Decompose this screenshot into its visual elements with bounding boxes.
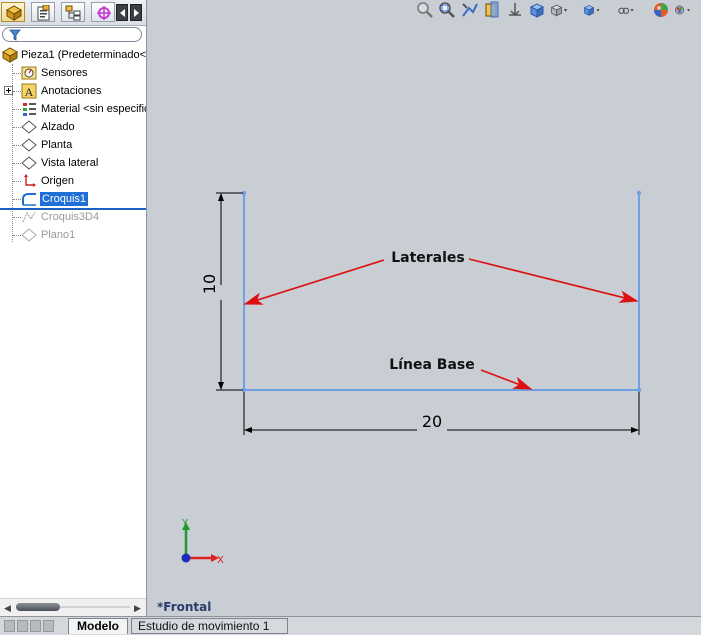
part-icon — [2, 47, 18, 63]
tab-dimxpert[interactable] — [91, 2, 115, 22]
tab-last-button[interactable] — [43, 620, 54, 632]
annotation-arrow-right — [468, 258, 639, 303]
scroll-thumb[interactable] — [16, 603, 60, 611]
origin-icon — [24, 174, 36, 187]
tree-connector — [13, 109, 21, 110]
tree-item-label: Planta — [41, 139, 73, 151]
axis-x-label: X — [217, 555, 224, 566]
graphics-area[interactable]: 10 20 Laterales Línea Base Y X *Frontal — [147, 0, 701, 616]
tab-configurationmanager[interactable] — [61, 2, 85, 22]
expand-toggle-icon[interactable] — [4, 86, 13, 95]
configurationmanager-icon — [65, 5, 81, 21]
tree-connector — [13, 145, 21, 146]
tree-item-label: Plano1 — [41, 229, 76, 241]
sketch-icon — [22, 193, 36, 206]
annotations-icon: A — [21, 83, 37, 99]
sketch-endpoint[interactable] — [636, 387, 642, 393]
plane-icon — [21, 138, 37, 152]
tree-connector — [13, 181, 21, 182]
feature-manager-panel: Pieza1 (Predeterminado< Sensores A Anota… — [0, 0, 147, 616]
arrow-left-icon — [120, 9, 125, 17]
tree-connector — [13, 199, 21, 200]
tab-motion-study[interactable]: Estudio de movimiento 1 — [131, 618, 288, 634]
axis-y-label: Y — [181, 518, 189, 529]
filter-icon — [9, 29, 21, 41]
sensor-icon — [21, 66, 37, 80]
material-icon — [23, 103, 36, 116]
tab-first-button[interactable] — [4, 620, 15, 632]
tab-model[interactable]: Modelo — [68, 618, 128, 634]
manager-tabstrip — [0, 0, 146, 26]
tree-item-croquis1[interactable]: Croquis1 — [0, 190, 146, 208]
reference-triad: Y X — [181, 518, 224, 566]
tree-item-anotaciones[interactable]: A Anotaciones — [0, 82, 146, 100]
tab-prev-button[interactable] — [17, 620, 28, 632]
tree-connector — [13, 217, 21, 218]
scroll-right-icon[interactable]: ▶ — [134, 603, 141, 614]
tree-connector — [13, 163, 21, 164]
featuremanager-icon — [5, 5, 23, 21]
annotation-laterales: Laterales — [391, 250, 465, 266]
plane-icon — [21, 120, 37, 134]
tab-scroll-right-button[interactable] — [130, 4, 142, 21]
tree-connector — [13, 73, 21, 74]
tree-item-label: Material <sin especific — [41, 103, 147, 115]
dimension-horizontal-value: 20 — [422, 412, 442, 431]
tree-connector — [13, 127, 21, 128]
tree-horizontal-scrollbar[interactable]: ◀ ▶ — [0, 598, 146, 616]
tree-item-sensores[interactable]: Sensores — [0, 64, 146, 82]
tree-connector — [13, 91, 21, 92]
tree-filter-input[interactable] — [2, 27, 142, 42]
tree-item-vista-lateral[interactable]: Vista lateral — [0, 154, 146, 172]
dimension-vertical[interactable]: 10 — [200, 192, 243, 391]
tree-item-origen[interactable]: Origen — [0, 172, 146, 190]
plane-icon — [21, 228, 37, 242]
tree-item-label: Sensores — [41, 67, 88, 79]
tree-item-croquis3d4[interactable]: Croquis3D4 — [0, 208, 146, 226]
tree-root-label: Pieza1 (Predeterminado< — [21, 49, 147, 61]
tree-item-alzado[interactable]: Alzado — [0, 118, 146, 136]
annotation-arrow-base — [480, 369, 533, 390]
tree-item-material[interactable]: Material <sin especific — [0, 100, 146, 118]
sketch3d-icon — [22, 211, 36, 223]
tab-scroll-left-button[interactable] — [116, 4, 128, 21]
view-orientation-label: *Frontal — [157, 600, 212, 614]
sketch-endpoint[interactable] — [636, 190, 642, 196]
tree-item-label: Vista lateral — [41, 157, 99, 169]
tree-item-label: Alzado — [41, 121, 75, 133]
plane-icon — [21, 156, 37, 170]
tab-featuremanager[interactable] — [1, 2, 25, 22]
propertymanager-icon — [37, 5, 50, 21]
dimension-horizontal[interactable]: 20 — [243, 392, 640, 435]
tree-item-label: Origen — [41, 175, 75, 187]
tree-item-label: Croquis3D4 — [41, 211, 100, 223]
tree-item-planta[interactable]: Planta — [0, 136, 146, 154]
svg-text:A: A — [25, 85, 34, 99]
sketch-canvas: 10 20 Laterales Línea Base Y X — [181, 190, 642, 566]
tree-root-part[interactable]: Pieza1 (Predeterminado< — [0, 46, 146, 64]
dimension-vertical-value: 10 — [200, 274, 219, 294]
tree-item-label: Anotaciones — [41, 85, 102, 97]
tree-item-label: Croquis1 — [40, 192, 89, 206]
tab-propertymanager[interactable] — [31, 2, 55, 22]
annotation-arrow-left — [243, 259, 385, 305]
tree-item-plano1[interactable]: Plano1 — [0, 226, 146, 244]
dimxpert-icon — [97, 6, 111, 20]
arrow-right-icon — [134, 9, 139, 17]
tab-next-button[interactable] — [30, 620, 41, 632]
scroll-left-icon[interactable]: ◀ — [4, 603, 11, 614]
annotation-linea-base: Línea Base — [389, 357, 474, 373]
tree-connector — [13, 235, 21, 236]
bottom-tab-bar: Modelo Estudio de movimiento 1 — [0, 616, 701, 635]
